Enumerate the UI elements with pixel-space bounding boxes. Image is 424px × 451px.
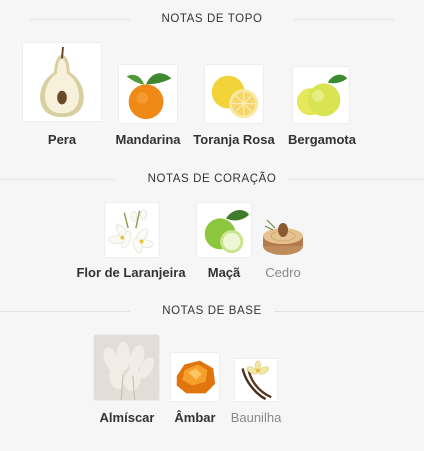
pear-icon[interactable] [22, 42, 102, 122]
mandarin-icon[interactable] [118, 64, 178, 124]
note-label: Bergamota [288, 132, 356, 147]
grapefruit-icon[interactable] [204, 64, 264, 124]
section-header-heart-notes: NOTAS DE CORAÇÃO [0, 171, 424, 187]
note-label: Toranja Rosa [193, 132, 275, 147]
note-label: Âmbar [174, 410, 216, 425]
divider [266, 179, 424, 180]
musk-icon[interactable] [93, 334, 160, 401]
note-label: Pera [47, 132, 77, 147]
apple-icon[interactable] [196, 202, 252, 258]
note-label: Cedro [265, 265, 301, 280]
note-label: Baunilha [230, 410, 282, 425]
divider [0, 311, 130, 312]
section-title: NOTAS DE BASE [150, 305, 274, 317]
vanilla-icon[interactable] [234, 358, 278, 402]
note-label: Flor de Laranjeira [76, 265, 186, 280]
divider [30, 19, 130, 20]
section-header-base-notes: NOTAS DE BASE [0, 303, 424, 319]
section-title: NOTAS DE CORAÇÃO [135, 173, 289, 185]
divider [0, 179, 115, 180]
note-label: Mandarina [115, 132, 181, 147]
section-header-top-notes: NOTAS DE TOPO [0, 11, 424, 27]
cedar-icon[interactable] [261, 212, 305, 258]
divider [294, 19, 394, 20]
amber-icon[interactable] [170, 352, 220, 402]
note-label: Maçã [207, 265, 241, 280]
orange-blossom-icon[interactable] [104, 202, 160, 258]
bergamot-icon[interactable] [292, 66, 350, 124]
divider [254, 311, 424, 312]
note-label: Almíscar [99, 410, 155, 425]
section-title: NOTAS DE TOPO [149, 13, 275, 25]
